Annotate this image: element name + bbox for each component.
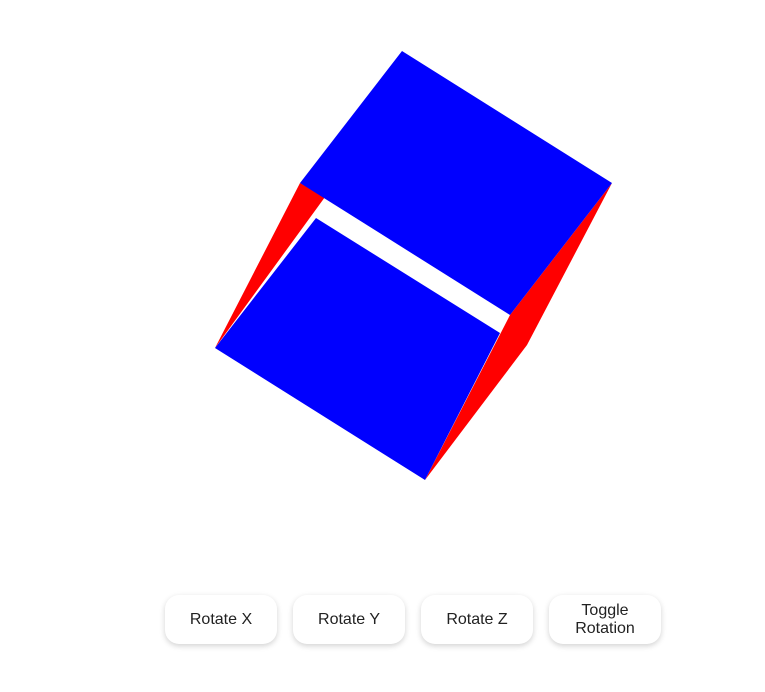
toggle-rotation-button[interactable]: Toggle Rotation xyxy=(549,595,661,644)
control-bar: Rotate X Rotate Y Rotate Z Toggle Rotati… xyxy=(165,595,661,644)
cube-viewport xyxy=(0,0,765,560)
rotate-y-button[interactable]: Rotate Y xyxy=(293,595,405,644)
rotate-z-button[interactable]: Rotate Z xyxy=(421,595,533,644)
rotate-x-button[interactable]: Rotate X xyxy=(165,595,277,644)
cube-canvas xyxy=(215,51,612,480)
